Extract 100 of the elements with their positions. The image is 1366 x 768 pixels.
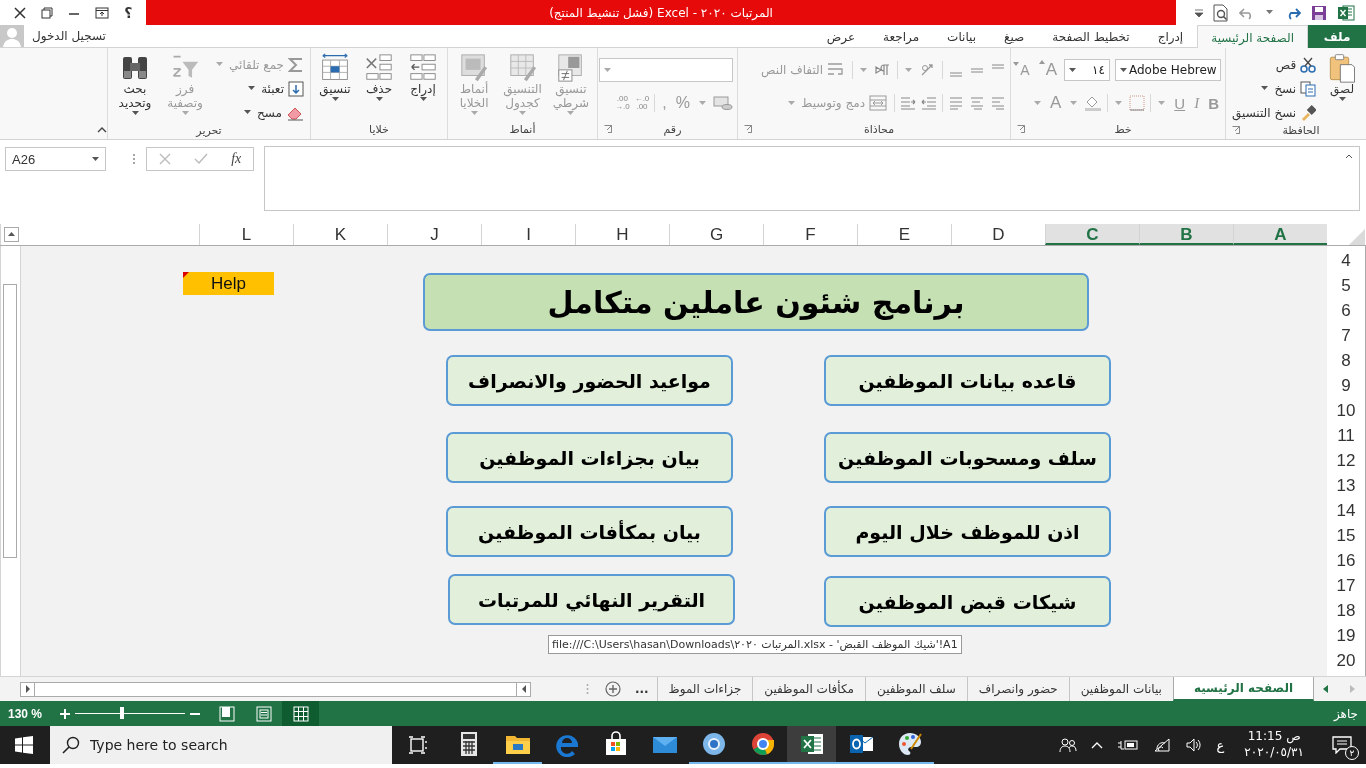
row-header[interactable]: 20 — [1327, 648, 1365, 673]
row-header[interactable]: 10 — [1327, 398, 1365, 423]
row-header[interactable]: 7 — [1327, 323, 1365, 348]
row-header[interactable]: 16 — [1327, 548, 1365, 573]
volume-icon[interactable] — [1184, 737, 1203, 753]
customize-caret-icon[interactable] — [1194, 8, 1203, 17]
clock[interactable]: ص 11:15 ٢٠٢٠/٠٥/٣١ — [1238, 729, 1310, 761]
column-header[interactable]: H — [575, 224, 669, 245]
insert-button[interactable]: إدراج — [403, 52, 443, 103]
help-button[interactable]: Help — [183, 272, 274, 295]
column-header[interactable]: G — [669, 224, 763, 245]
dialog-launcher-icon[interactable] — [1017, 125, 1025, 133]
row-header[interactable]: 11 — [1327, 423, 1365, 448]
input-language[interactable]: ع — [1216, 737, 1225, 753]
ribbon-tab[interactable]: إدراج — [1143, 25, 1198, 48]
splitter-grip-icon[interactable] — [585, 683, 589, 695]
copy-button[interactable]: نسخ — [1230, 78, 1319, 99]
collapse-ribbon-icon[interactable] — [97, 127, 107, 133]
column-header[interactable]: J — [387, 224, 481, 245]
battery-plug-icon[interactable] — [1116, 738, 1139, 752]
sheet-tab[interactable]: الصفحه الرئيسيه — [1172, 677, 1314, 701]
ribbon-tab[interactable]: الصفحة الرئيسية — [1197, 25, 1308, 49]
wifi-icon[interactable] — [1152, 737, 1171, 753]
close-icon[interactable] — [13, 6, 26, 19]
fill-color-icon[interactable] — [1084, 95, 1103, 111]
save-icon[interactable] — [1311, 4, 1328, 21]
column-header[interactable]: K — [293, 224, 387, 245]
decrease-decimal-button[interactable]: .00 →.0 — [614, 95, 630, 111]
notification-icon[interactable] — [1332, 736, 1352, 754]
row-header[interactable]: 5 — [1327, 273, 1365, 298]
row-header[interactable]: 14 — [1327, 498, 1365, 523]
paste-button[interactable]: لصق — [1322, 52, 1362, 103]
dialog-launcher-icon[interactable] — [744, 125, 752, 133]
print-preview-icon[interactable] — [1212, 3, 1229, 22]
insert-function-button[interactable]: fx — [231, 151, 242, 167]
menu-button[interactable]: قاعده بيانات الموظفين — [824, 355, 1111, 406]
column-header[interactable]: L — [199, 224, 293, 245]
column-header[interactable]: F — [763, 224, 857, 245]
menu-button[interactable]: شيكات قبض الموظفين — [824, 576, 1111, 627]
delete-button[interactable]: حذف — [359, 52, 399, 103]
menu-button[interactable]: التقرير النهائي للمرتبات — [448, 574, 735, 625]
search-field[interactable]: Type here to search — [50, 726, 392, 764]
zoom-slider-thumb[interactable] — [120, 707, 125, 719]
ribbon-tab[interactable]: مراجعة — [869, 25, 934, 48]
dialog-launcher-icon[interactable] — [1232, 126, 1240, 134]
spreadsheet-app-icon[interactable] — [1337, 3, 1355, 22]
menu-button[interactable]: اذن للموظف خلال اليوم — [824, 506, 1111, 557]
menu-button[interactable]: بيان بمكأفات الموظفين — [446, 506, 733, 557]
zoom-level[interactable]: 130 % — [8, 706, 60, 721]
row-header[interactable]: 4 — [1327, 248, 1365, 273]
row-header[interactable]: 13 — [1327, 473, 1365, 498]
cut-button[interactable]: قص — [1230, 54, 1319, 75]
row-header[interactable]: 9 — [1327, 373, 1365, 398]
ribbon-tab[interactable]: تخطيط الصفحة — [1038, 25, 1144, 48]
column-header[interactable]: A — [1233, 224, 1327, 245]
paragraph-direction-icon[interactable] — [874, 63, 892, 77]
font-size-field[interactable]: ١٤ — [1064, 59, 1110, 81]
format-button[interactable]: تنسيق — [315, 52, 355, 103]
row-header[interactable]: 19 — [1327, 623, 1365, 648]
formula-field[interactable] — [264, 146, 1360, 211]
dialog-launcher-icon[interactable] — [604, 125, 612, 133]
ribbon-tab[interactable]: عرض — [812, 25, 870, 48]
increase-decimal-button[interactable]: ←.0 .00 — [634, 95, 650, 111]
ribbon-display-icon[interactable] — [95, 6, 110, 19]
sign-in-link[interactable]: تسجيل الدخول — [32, 29, 106, 43]
chevron-up-icon[interactable] — [1090, 741, 1103, 749]
add-sheet-icon[interactable] — [604, 681, 621, 697]
font-name-field[interactable]: Adobe Hebrew — [1115, 59, 1221, 81]
ribbon-tab[interactable]: صيغ — [990, 25, 1039, 48]
column-header[interactable]: E — [857, 224, 951, 245]
row-header[interactable]: 8 — [1327, 348, 1365, 373]
scroll-up-icon[interactable] — [4, 227, 19, 242]
menu-button[interactable]: سلف ومسحوبات الموظفين — [824, 432, 1111, 483]
horizontal-scrollbar[interactable] — [20, 681, 531, 697]
normal-view-icon[interactable] — [282, 701, 319, 726]
spreadsheet-app-icon[interactable] — [787, 726, 836, 764]
menu-button[interactable]: مواعيد الحضور والانصراف — [446, 355, 733, 406]
find-button[interactable]: بحث وتحديد — [112, 52, 159, 117]
row-header[interactable]: 18 — [1327, 598, 1365, 623]
scroll-left-icon[interactable] — [1322, 685, 1330, 693]
fill-button[interactable]: تعبئة — [212, 78, 306, 99]
row-header[interactable]: 17 — [1327, 573, 1365, 598]
row-header[interactable]: 12 — [1327, 448, 1365, 473]
column-header[interactable]: B — [1139, 224, 1233, 245]
indent-increase-icon[interactable] — [900, 96, 916, 110]
scrollbar-thumb[interactable] — [3, 284, 17, 558]
row-header[interactable]: 6 — [1327, 298, 1365, 323]
row-header[interactable]: 15 — [1327, 523, 1365, 548]
file-tab[interactable]: ملف — [1308, 25, 1366, 48]
help-button[interactable]: ؟ — [124, 4, 133, 21]
column-header[interactable]: C — [1045, 224, 1139, 245]
ribbon-tab[interactable]: بيانات — [933, 25, 991, 48]
more-sheets-button[interactable]: ... — [626, 682, 657, 696]
name-box[interactable]: A26 — [5, 147, 106, 171]
people-icon[interactable] — [1058, 737, 1077, 753]
format-painter-button[interactable]: نسخ التنسيق — [1230, 102, 1319, 123]
restore-icon[interactable] — [40, 6, 53, 19]
clear-button[interactable]: مسح — [212, 102, 306, 123]
number-format-field[interactable] — [599, 58, 733, 82]
menu-button[interactable]: بيان بجزاءات الموظفين — [446, 432, 733, 483]
